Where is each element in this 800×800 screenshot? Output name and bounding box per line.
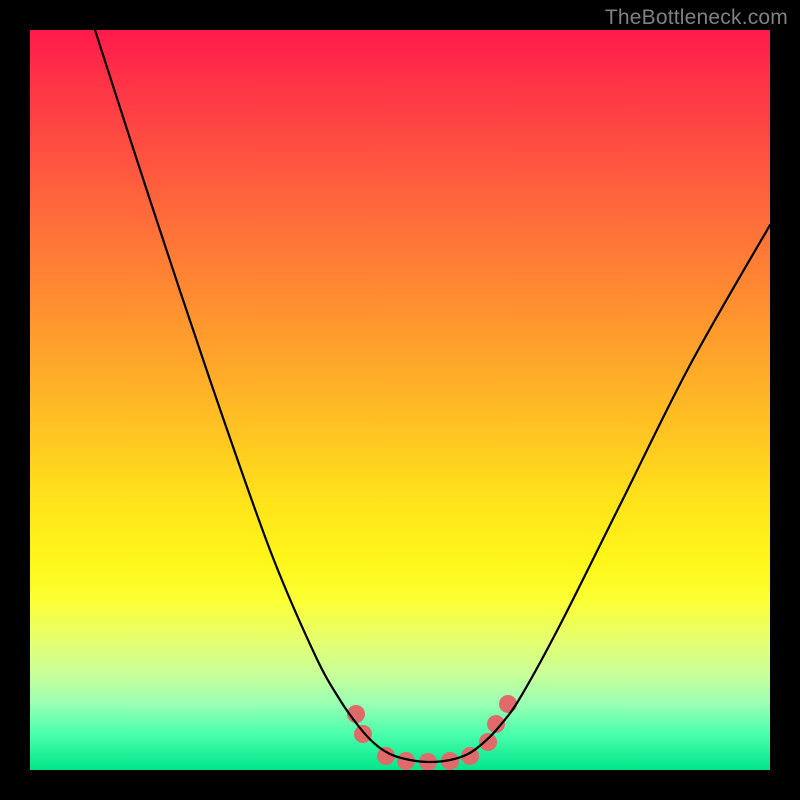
watermark-text: TheBottleneck.com — [605, 6, 788, 30]
chart-svg — [30, 30, 770, 770]
bottleneck-curve — [95, 30, 770, 762]
plot-area — [30, 30, 770, 770]
chart-frame: TheBottleneck.com — [0, 0, 800, 800]
highlight-dot — [479, 733, 497, 751]
marker-group — [347, 695, 517, 770]
highlight-dot — [354, 725, 372, 743]
highlight-dot — [499, 695, 517, 713]
